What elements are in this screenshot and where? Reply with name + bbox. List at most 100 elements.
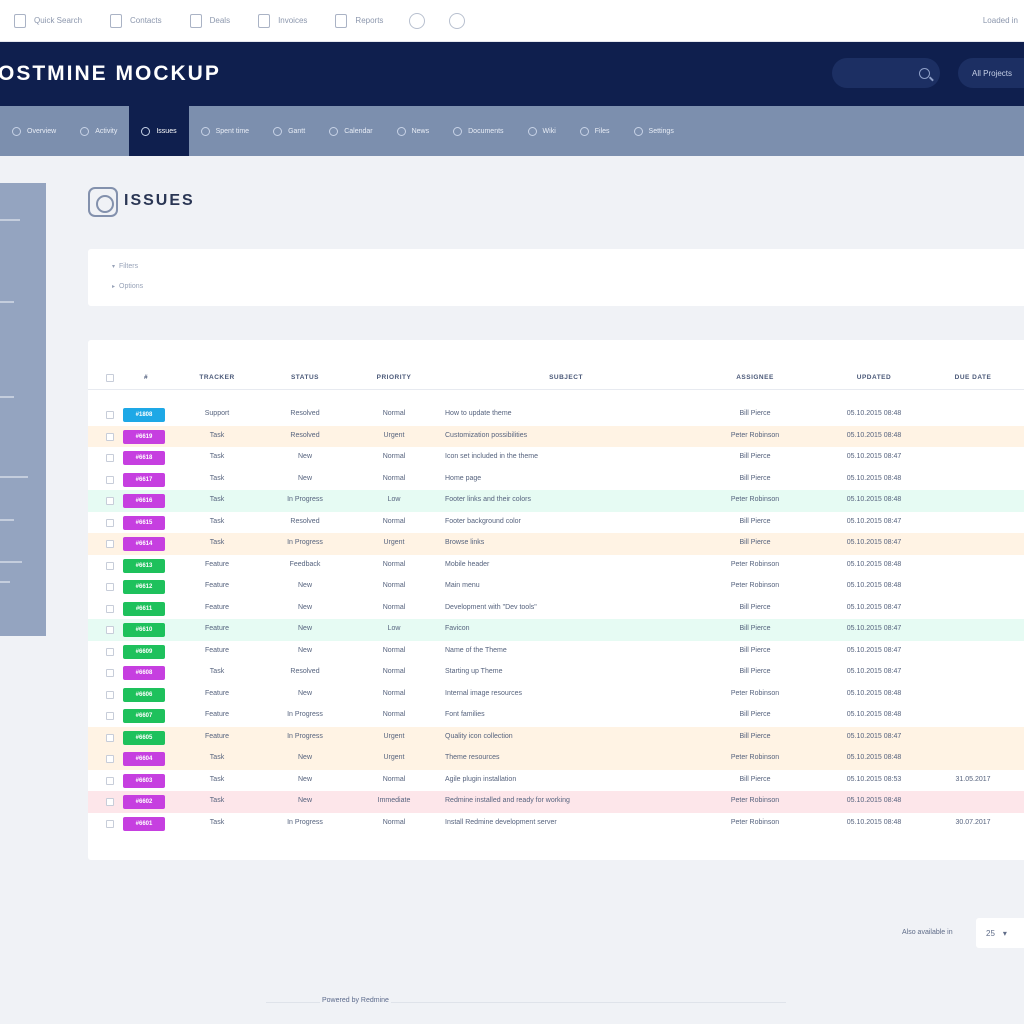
row-checkbox[interactable] [106,432,114,441]
issue-id-badge[interactable]: #6616 [123,494,165,508]
issue-id-badge[interactable]: #6611 [123,601,165,616]
tab-wiki[interactable]: Wiki [516,106,568,156]
tab-calendar[interactable]: Calendar [317,106,384,156]
issue-id-badge[interactable]: #6619 [123,429,165,444]
table-row[interactable]: #6601 Task In Progress Normal Install Redmin… [88,812,1024,834]
column-header-assignee[interactable]: ASSIGNEE [736,374,774,381]
table-row[interactable]: #6603 Task New Normal Agile plugin installat… [88,769,1024,791]
row-checkbox[interactable] [106,626,114,634]
table-row[interactable]: #6618 Task New Normal Icon set included in t… [88,447,1024,469]
select-all-checkbox[interactable] [106,374,114,382]
tab-issues[interactable]: Issues [129,106,189,156]
app-brand[interactable]: OSTMINE MOCKUP [0,62,221,86]
tab-documents[interactable]: Documents [441,106,515,156]
issue-id-badge[interactable]: #6606 [123,687,165,702]
issue-assignee[interactable]: Peter Robinson [731,819,779,826]
issue-id-badge[interactable]: #6604 [123,752,165,766]
table-row[interactable]: #6605 Feature In Progress Urgent Quality ico… [88,726,1024,748]
table-row[interactable]: #6611 Feature New Normal Development with "D… [88,597,1024,619]
table-row[interactable]: #6602 Task New Immediate Redmine installed a… [88,791,1024,813]
issue-id-badge[interactable]: #6601 [123,816,165,831]
row-checkbox[interactable] [106,733,114,742]
table-row[interactable]: #6616 Task In Progress Low Footer links and … [88,490,1024,512]
table-row[interactable]: #6617 Task New Normal Home page Bill Pierce 05… [88,468,1024,490]
settings-icon[interactable] [449,12,466,29]
issue-subject[interactable]: Install Redmine development server [445,819,557,826]
issue-id-badge[interactable]: #6618 [123,451,165,465]
issue-assignee[interactable]: Bill Pierce [739,410,770,417]
issue-subject[interactable]: Agile plugin installation [445,776,516,783]
row-checkbox[interactable] [106,583,114,591]
issue-id-badge[interactable]: #1808 [123,408,165,422]
sidebar-item[interactable] [0,396,14,398]
issue-id-badge[interactable]: #6608 [123,666,165,680]
table-row[interactable]: #1808 Support Resolved Normal How to update … [88,404,1024,426]
row-checkbox[interactable] [106,454,114,462]
issue-assignee[interactable]: Bill Pierce [739,647,770,654]
toolbar-contacts[interactable]: Contacts [96,0,176,42]
row-checkbox[interactable] [106,604,114,613]
column-header-id[interactable]: # [144,374,148,381]
issue-assignee[interactable]: Peter Robinson [731,561,779,568]
table-row[interactable]: #6609 Feature New Normal Name of the Theme Bi… [88,640,1024,662]
issue-subject[interactable]: How to update theme [445,410,512,417]
column-header-status[interactable]: STATUS [291,374,319,381]
help-icon[interactable] [409,12,426,29]
sidebar-item[interactable] [0,581,10,583]
tab-news[interactable]: News [385,106,442,156]
toolbar-deals[interactable]: Deals [176,0,244,42]
issue-subject[interactable]: Favicon [445,625,470,632]
issue-assignee[interactable]: Bill Pierce [739,668,770,675]
row-checkbox[interactable] [106,712,114,720]
issue-subject[interactable]: Main menu [445,582,480,589]
issue-id-badge[interactable]: #6613 [123,558,165,573]
issue-assignee[interactable]: Bill Pierce [739,539,770,546]
table-row[interactable]: #6614 Task In Progress Urgent Browse links Bi… [88,533,1024,555]
tab-overview[interactable]: Overview [0,106,68,156]
issue-id-badge[interactable]: #6612 [123,580,165,594]
issue-subject[interactable]: Mobile header [445,561,489,568]
column-header-tracker[interactable]: TRACKER [199,374,234,381]
issue-subject[interactable]: Home page [445,475,481,482]
row-checkbox[interactable] [106,776,114,785]
row-checkbox[interactable] [106,647,114,656]
issue-id-badge[interactable]: #6610 [123,623,165,637]
table-row[interactable]: #6604 Task New Urgent Theme resources Peter R… [88,748,1024,770]
issue-assignee[interactable]: Bill Pierce [739,518,770,525]
tab-gantt[interactable]: Gantt [261,106,317,156]
issue-assignee[interactable]: Bill Pierce [739,625,770,632]
issue-id-badge[interactable]: #6602 [123,795,165,809]
table-row[interactable]: #6608 Task Resolved Normal Starting up Theme… [88,662,1024,684]
issue-id-badge[interactable]: #6607 [123,709,165,723]
issue-subject[interactable]: Browse links [445,539,484,546]
sidebar-item[interactable] [0,561,22,563]
issue-subject[interactable]: Development with "Dev tools" [445,604,537,611]
table-row[interactable]: #6619 Task Resolved Urgent Customization pos… [88,425,1024,447]
row-checkbox[interactable] [106,475,114,484]
issue-id-badge[interactable]: #6603 [123,773,165,788]
issue-assignee[interactable]: Peter Robinson [731,432,779,439]
row-checkbox[interactable] [106,669,114,677]
issue-assignee[interactable]: Peter Robinson [731,690,779,697]
issue-assignee[interactable]: Bill Pierce [739,475,770,482]
sidebar-item[interactable] [0,476,28,478]
issue-assignee[interactable]: Bill Pierce [739,711,770,718]
issue-assignee[interactable]: Bill Pierce [739,453,770,460]
header-search[interactable] [832,58,940,88]
toolbar-invoices[interactable]: Invoices [244,0,321,42]
issue-assignee[interactable]: Bill Pierce [739,604,770,611]
issue-subject[interactable]: Name of the Theme [445,647,507,654]
row-checkbox[interactable] [106,755,114,763]
tab-files[interactable]: Files [568,106,622,156]
issue-subject[interactable]: Footer background color [445,518,521,525]
column-header-due-date[interactable]: DUE DATE [955,374,992,381]
issue-assignee[interactable]: Peter Robinson [731,754,779,761]
row-checkbox[interactable] [106,690,114,699]
issue-subject[interactable]: Redmine installed and ready for working [445,797,570,804]
issue-subject[interactable]: Internal image resources [445,690,522,697]
issue-assignee[interactable]: Peter Robinson [731,797,779,804]
sidebar-item[interactable] [0,219,20,221]
issue-subject[interactable]: Font families [445,711,485,718]
toolbar-quick-search[interactable]: Quick Search [0,0,96,42]
issue-subject[interactable]: Starting up Theme [445,668,502,675]
